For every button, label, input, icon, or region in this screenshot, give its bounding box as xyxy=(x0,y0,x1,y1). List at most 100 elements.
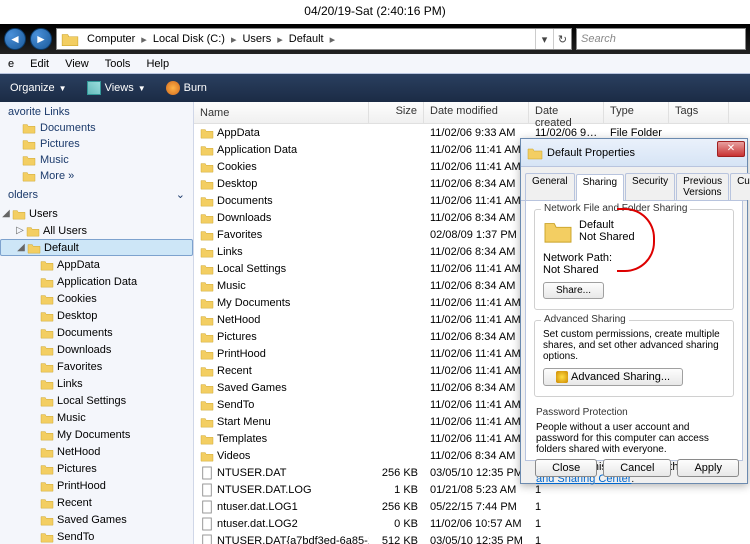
apply-button[interactable]: Apply xyxy=(677,459,739,477)
list-item[interactable]: ntuser.dat.LOG20 KB11/02/06 10:57 AM1 xyxy=(194,515,750,532)
expand-icon[interactable]: ▷ xyxy=(14,225,26,236)
folder-icon xyxy=(200,177,214,191)
file-icon xyxy=(200,483,214,497)
tree-item[interactable]: Cookies xyxy=(0,290,193,307)
crumb-item[interactable]: Local Disk (C:) xyxy=(149,33,229,45)
tree-item[interactable]: Links xyxy=(0,375,193,392)
shield-icon xyxy=(556,371,568,383)
tree-item[interactable]: Application Data xyxy=(0,273,193,290)
dialog-title: Default Properties xyxy=(547,147,635,159)
tab-general[interactable]: General xyxy=(525,173,575,200)
chevron-right-icon: ▸ xyxy=(275,33,285,46)
tab-security[interactable]: Security xyxy=(625,173,675,200)
tree-item[interactable]: Recent xyxy=(0,494,193,511)
menu-view[interactable]: View xyxy=(57,58,97,70)
favorite-link[interactable]: More » xyxy=(0,168,193,184)
tree-item[interactable]: ◢Default xyxy=(0,239,193,256)
col-size[interactable]: Size xyxy=(369,102,424,123)
share-button[interactable]: Share... xyxy=(543,282,604,299)
group-label: Advanced Sharing xyxy=(541,314,629,325)
crumb-item[interactable]: Users xyxy=(238,33,275,45)
col-created[interactable]: Date created xyxy=(529,102,604,123)
col-modified[interactable]: Date modified xyxy=(424,102,529,123)
menu-edit[interactable]: Edit xyxy=(22,58,57,70)
tab-previous-versions[interactable]: Previous Versions xyxy=(676,173,729,200)
breadcrumb[interactable]: Computer▸ Local Disk (C:)▸ Users▸ Defaul… xyxy=(56,28,572,50)
tree-item[interactable]: Favorites xyxy=(0,358,193,375)
folder-icon xyxy=(200,449,214,463)
advanced-sharing-button[interactable]: Advanced Sharing... xyxy=(543,368,683,386)
tree-item[interactable]: My Documents xyxy=(0,426,193,443)
tree-item[interactable]: Documents xyxy=(0,324,193,341)
folder-icon xyxy=(527,146,543,160)
tree-item[interactable]: ◢Users xyxy=(0,205,193,222)
tree-item[interactable]: PrintHood xyxy=(0,477,193,494)
tree-item[interactable]: ▷All Users xyxy=(0,222,193,239)
command-bar: Organize▼ Views▼ Burn xyxy=(0,74,750,102)
history-dropdown[interactable]: ▾ xyxy=(535,29,553,49)
organize-button[interactable]: Organize▼ xyxy=(0,74,77,102)
close-button[interactable]: ✕ xyxy=(717,141,745,157)
back-button[interactable]: ◄ xyxy=(4,28,26,50)
favorite-link[interactable]: Music xyxy=(0,152,193,168)
chevron-right-icon: ▸ xyxy=(328,33,338,46)
menu-tools[interactable]: Tools xyxy=(97,58,139,70)
folders-header[interactable]: olders⌄ xyxy=(0,184,193,203)
tree-item[interactable]: Music xyxy=(0,409,193,426)
views-button[interactable]: Views▼ xyxy=(77,74,156,102)
tree-item[interactable]: Pictures xyxy=(0,460,193,477)
folder-icon xyxy=(200,143,214,157)
list-item[interactable]: ntuser.dat.LOG1256 KB05/22/15 7:44 PM1 xyxy=(194,498,750,515)
folder-large-icon xyxy=(543,218,573,244)
favorites-header: avorite Links xyxy=(0,102,193,120)
crumb-item[interactable]: Computer xyxy=(83,33,139,45)
tree-item[interactable]: Downloads xyxy=(0,341,193,358)
burn-button[interactable]: Burn xyxy=(156,74,217,102)
file-icon xyxy=(200,466,214,480)
folder-icon xyxy=(200,398,214,412)
file-icon xyxy=(200,517,214,531)
tree-item[interactable]: NetHood xyxy=(0,443,193,460)
refresh-button[interactable]: ↻ xyxy=(553,29,571,49)
search-input[interactable]: Search xyxy=(576,28,746,50)
menu-file[interactable]: e xyxy=(0,58,22,70)
col-type[interactable]: Type xyxy=(604,102,669,123)
close-dialog-button[interactable]: Close xyxy=(535,459,597,477)
menu-help[interactable]: Help xyxy=(138,58,177,70)
tab-customize[interactable]: Customize xyxy=(730,173,750,200)
address-bar: ◄ ► Computer▸ Local Disk (C:)▸ Users▸ De… xyxy=(0,24,750,54)
tree-item[interactable]: AppData xyxy=(0,256,193,273)
col-name[interactable]: Name xyxy=(194,102,369,123)
file-icon xyxy=(200,534,214,544)
file-icon xyxy=(200,500,214,514)
folder-icon xyxy=(200,381,214,395)
folder-icon xyxy=(200,313,214,327)
tab-sharing[interactable]: Sharing xyxy=(576,174,624,201)
folder-icon xyxy=(200,211,214,225)
tab-panel: Network File and Folder Sharing Default … xyxy=(525,201,743,461)
tree-item[interactable]: SendTo xyxy=(0,528,193,544)
expand-icon[interactable]: ◢ xyxy=(15,242,27,253)
folder-icon xyxy=(200,330,214,344)
col-tags[interactable]: Tags xyxy=(669,102,729,123)
list-item[interactable]: NTUSER.DAT{a7bdf3ed-6a85-11db-b5a...512 … xyxy=(194,532,750,544)
tree-item[interactable]: Desktop xyxy=(0,307,193,324)
tree-item[interactable]: Saved Games xyxy=(0,511,193,528)
expand-icon[interactable]: ◢ xyxy=(0,208,12,219)
folder-icon xyxy=(200,432,214,446)
menu-bar: e Edit View Tools Help xyxy=(0,54,750,74)
crumb-item[interactable]: Default xyxy=(285,33,328,45)
advanced-desc: Set custom permissions, create multiple … xyxy=(543,329,725,362)
folder-icon xyxy=(200,262,214,276)
dialog-titlebar[interactable]: Default Properties ✕ xyxy=(521,139,747,167)
favorite-link[interactable]: Pictures xyxy=(0,136,193,152)
folder-icon xyxy=(200,279,214,293)
tree-item[interactable]: Local Settings xyxy=(0,392,193,409)
folder-icon xyxy=(200,126,214,140)
forward-button[interactable]: ► xyxy=(30,28,52,50)
column-headers: Name Size Date modified Date created Typ… xyxy=(194,102,750,124)
folder-icon xyxy=(61,31,79,47)
folder-icon xyxy=(200,245,214,259)
cancel-button[interactable]: Cancel xyxy=(603,459,671,477)
favorite-link[interactable]: Documents xyxy=(0,120,193,136)
